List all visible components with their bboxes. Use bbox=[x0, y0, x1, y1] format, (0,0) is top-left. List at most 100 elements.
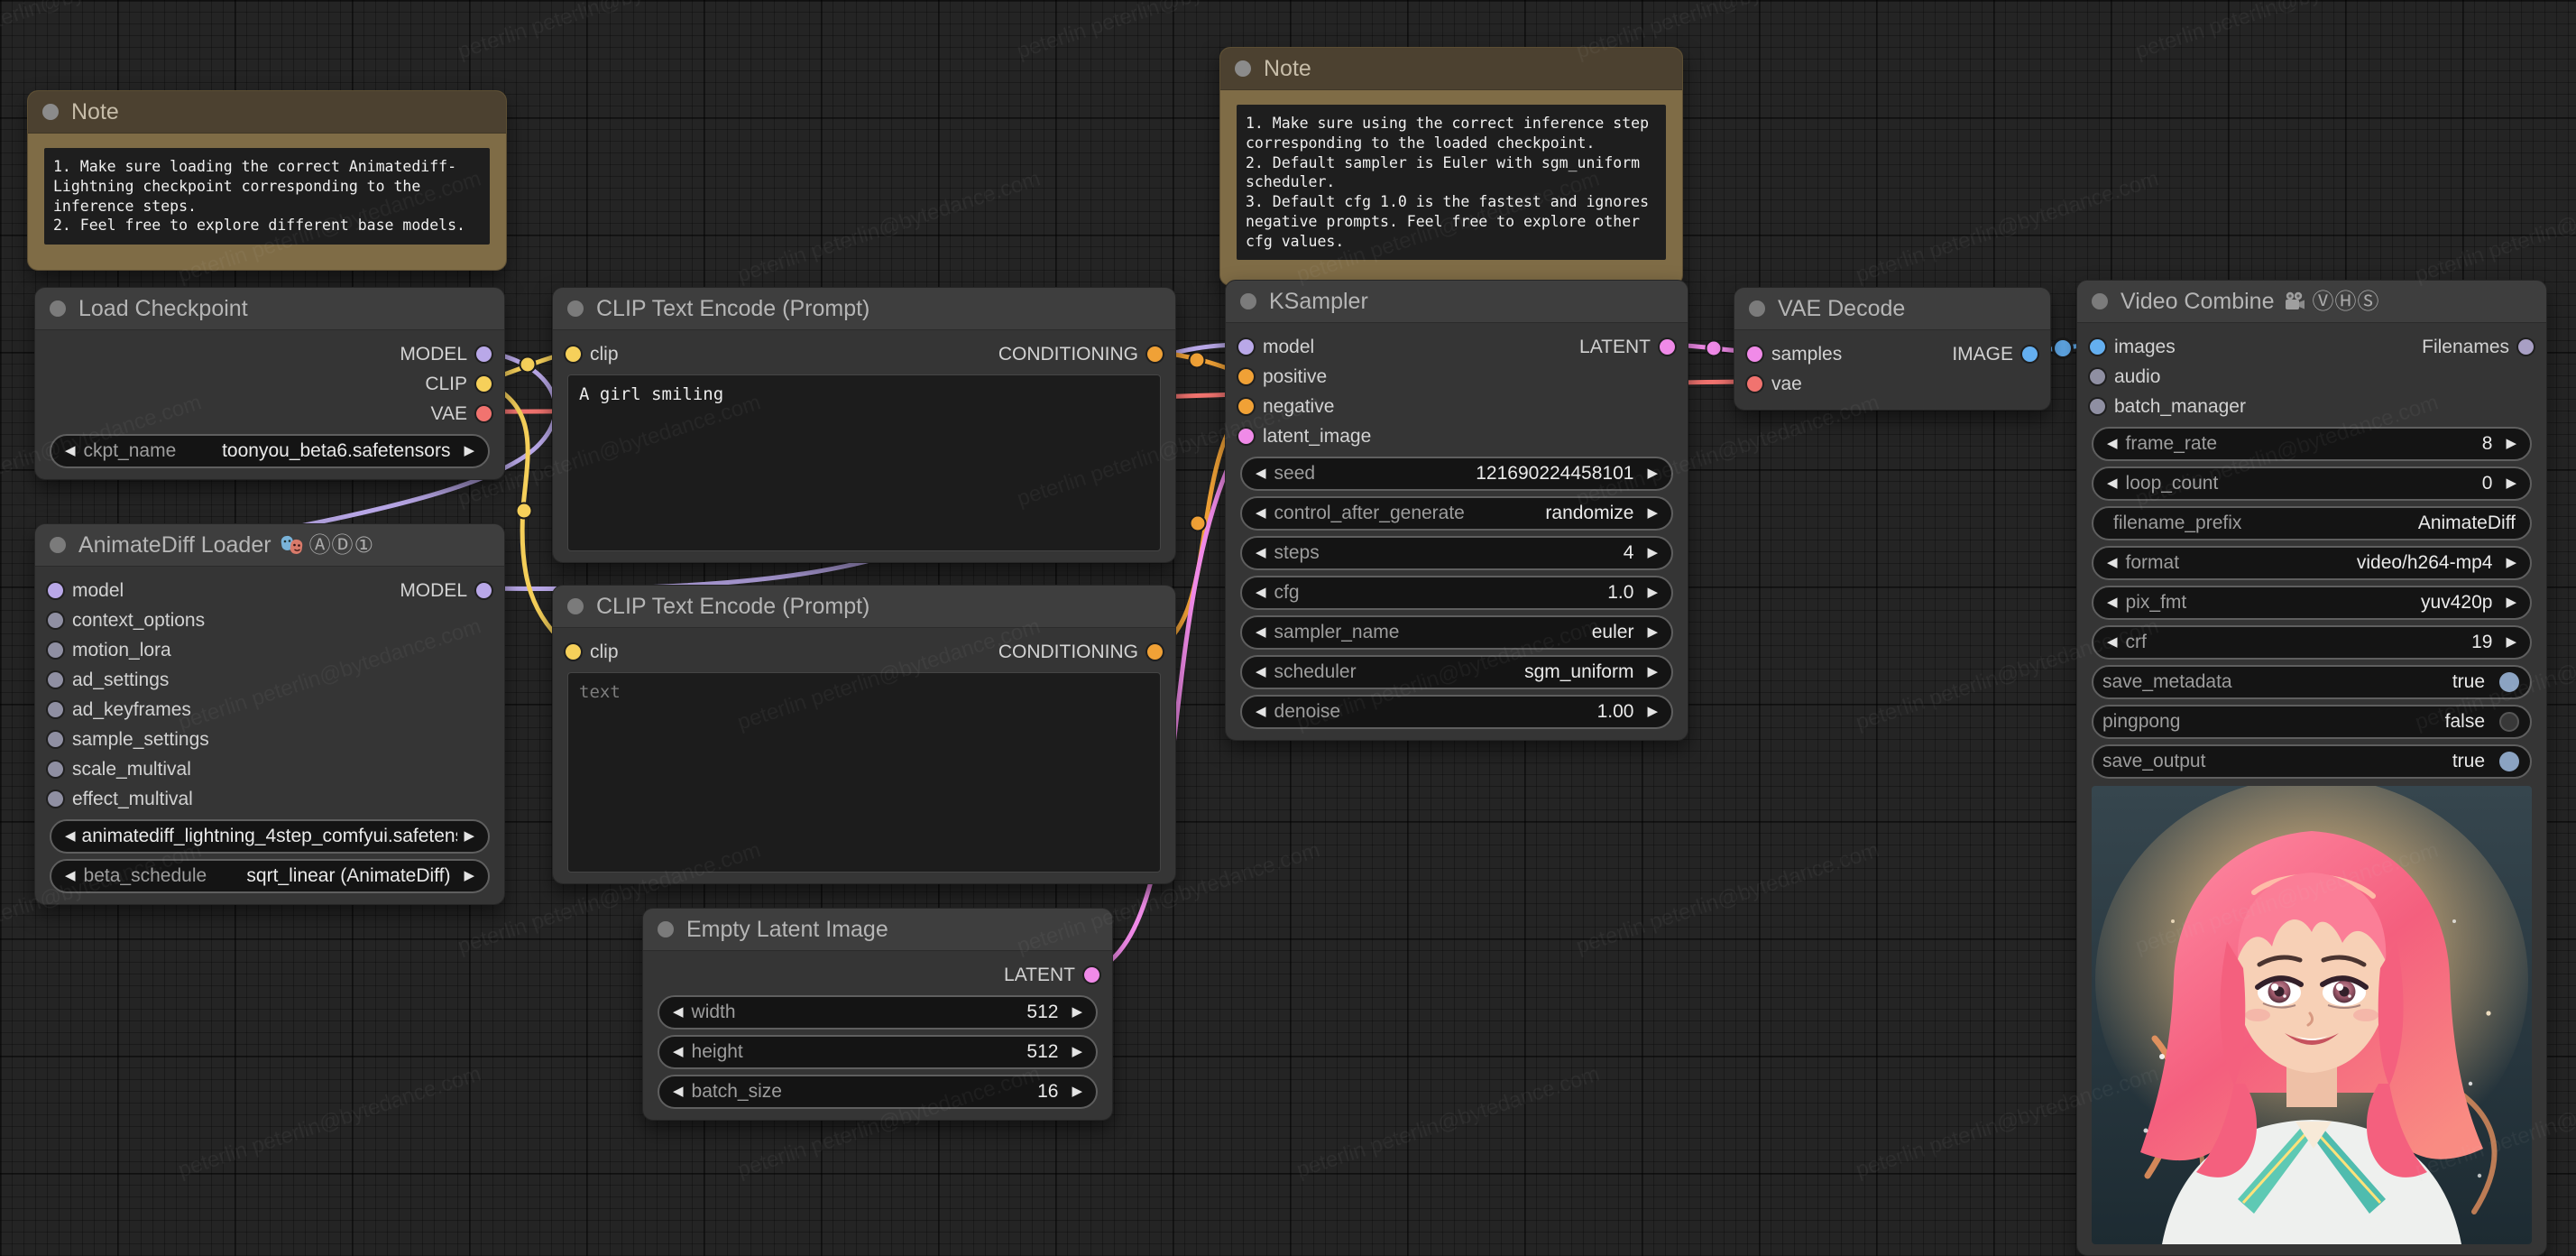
input-port-model[interactable] bbox=[48, 583, 63, 598]
increment-arrow-icon[interactable]: ▶ bbox=[1641, 458, 1664, 489]
output-port-conditioning[interactable] bbox=[1147, 644, 1163, 660]
widget-pix-fmt[interactable]: ◀ pix_fmt yuv420p ▶ bbox=[2092, 586, 2532, 620]
input-port-scale-multival[interactable] bbox=[48, 762, 63, 777]
collapse-dot-icon[interactable] bbox=[1749, 300, 1765, 317]
increment-arrow-icon[interactable]: ▶ bbox=[1065, 997, 1089, 1028]
input-port-samples[interactable] bbox=[1747, 346, 1762, 362]
increment-arrow-icon[interactable]: ▶ bbox=[457, 861, 481, 891]
widget-height[interactable]: ◀ height 512 ▶ bbox=[658, 1035, 1098, 1069]
widget-save-metadata[interactable]: save_metadata true bbox=[2092, 665, 2532, 699]
node-clip-text-encode-negative[interactable]: CLIP Text Encode (Prompt) clip CONDITIONI… bbox=[552, 585, 1176, 884]
output-port-model[interactable] bbox=[476, 346, 492, 362]
decrement-arrow-icon[interactable]: ◀ bbox=[1249, 617, 1273, 648]
node-titlebar[interactable]: Video Combine ⓋⒽⓈ bbox=[2077, 281, 2546, 323]
input-port-effect-multival[interactable] bbox=[48, 791, 63, 807]
collapse-dot-icon[interactable] bbox=[50, 300, 66, 317]
decrement-arrow-icon[interactable]: ◀ bbox=[1249, 458, 1273, 489]
widget-frame-rate[interactable]: ◀ frame_rate 8 ▶ bbox=[2092, 427, 2532, 461]
increment-arrow-icon[interactable]: ▶ bbox=[1065, 1076, 1089, 1107]
output-port-clip[interactable] bbox=[476, 376, 492, 392]
output-port-vae[interactable] bbox=[476, 406, 492, 421]
decrement-arrow-icon[interactable]: ◀ bbox=[59, 861, 82, 891]
toggle-dot[interactable] bbox=[2499, 712, 2519, 732]
widget-ckpt-name[interactable]: ◀ ckpt_name toonyou_beta6.safetensors ▶ bbox=[50, 434, 490, 468]
output-port-filenames[interactable] bbox=[2518, 339, 2534, 355]
video-preview-image[interactable] bbox=[2092, 786, 2532, 1244]
increment-arrow-icon[interactable]: ▶ bbox=[2499, 548, 2523, 578]
output-port-latent[interactable] bbox=[1660, 339, 1675, 355]
widget-scheduler[interactable]: ◀ scheduler sgm_uniform ▶ bbox=[1240, 655, 1673, 689]
collapse-dot-icon[interactable] bbox=[658, 921, 674, 937]
toggle-dot[interactable] bbox=[2499, 672, 2519, 692]
widget-format[interactable]: ◀ format video/h264-mp4 ▶ bbox=[2092, 546, 2532, 580]
widget-loop-count[interactable]: ◀ loop_count 0 ▶ bbox=[2092, 466, 2532, 501]
widget-sampler-name[interactable]: ◀ sampler_name euler ▶ bbox=[1240, 615, 1673, 650]
decrement-arrow-icon[interactable]: ◀ bbox=[1249, 577, 1273, 608]
output-port-conditioning[interactable] bbox=[1147, 346, 1163, 362]
increment-arrow-icon[interactable]: ▶ bbox=[2499, 587, 2523, 618]
widget-batch-size[interactable]: ◀ batch_size 16 ▶ bbox=[658, 1075, 1098, 1109]
toggle-dot[interactable] bbox=[2499, 752, 2519, 771]
decrement-arrow-icon[interactable]: ◀ bbox=[59, 436, 82, 466]
increment-arrow-icon[interactable]: ▶ bbox=[1641, 498, 1664, 529]
output-port-model[interactable] bbox=[476, 583, 492, 598]
input-port-ad-settings[interactable] bbox=[48, 672, 63, 688]
output-port-image[interactable] bbox=[2022, 346, 2038, 362]
node-note-1[interactable]: Note 1. Make sure loading the correct An… bbox=[27, 90, 507, 272]
node-titlebar[interactable]: CLIP Text Encode (Prompt) bbox=[553, 586, 1175, 628]
widget-save-output[interactable]: save_output true bbox=[2092, 744, 2532, 779]
input-port-clip[interactable] bbox=[566, 644, 581, 660]
decrement-arrow-icon[interactable]: ◀ bbox=[2101, 548, 2124, 578]
input-port-batch-manager[interactable] bbox=[2090, 399, 2105, 414]
increment-arrow-icon[interactable]: ▶ bbox=[2499, 468, 2523, 499]
input-port-sample-settings[interactable] bbox=[48, 732, 63, 747]
increment-arrow-icon[interactable]: ▶ bbox=[2499, 627, 2523, 658]
decrement-arrow-icon[interactable]: ◀ bbox=[1249, 498, 1273, 529]
node-titlebar[interactable]: VAE Decode bbox=[1734, 288, 2050, 330]
widget-steps[interactable]: ◀ steps 4 ▶ bbox=[1240, 536, 1673, 570]
widget-width[interactable]: ◀ width 512 ▶ bbox=[658, 995, 1098, 1030]
input-port-ad-keyframes[interactable] bbox=[48, 702, 63, 717]
widget-value[interactable]: ◀ animatediff_lightning_4step_comfyui.saf… bbox=[50, 819, 490, 854]
increment-arrow-icon[interactable]: ▶ bbox=[1641, 577, 1664, 608]
positive-prompt-textarea[interactable]: A girl smiling bbox=[567, 374, 1161, 551]
decrement-arrow-icon[interactable]: ◀ bbox=[59, 821, 82, 852]
widget-seed[interactable]: ◀ seed 121690224458101 ▶ bbox=[1240, 457, 1673, 491]
input-port-latent-image[interactable] bbox=[1238, 429, 1254, 444]
node-video-combine[interactable]: Video Combine ⓋⒽⓈ images Filenames audio ba… bbox=[2076, 280, 2547, 1256]
node-titlebar[interactable]: AnimateDiff Loader ⒶⒹ① bbox=[35, 524, 504, 567]
node-titlebar[interactable]: Empty Latent Image bbox=[643, 909, 1112, 951]
node-empty-latent-image[interactable]: Empty Latent Image LATENT ◀ width 512 ▶ ◀ hei… bbox=[642, 908, 1113, 1121]
input-port-positive[interactable] bbox=[1238, 369, 1254, 384]
collapse-dot-icon[interactable] bbox=[1235, 60, 1251, 77]
collapse-dot-icon[interactable] bbox=[42, 104, 59, 120]
widget-control-after-generate[interactable]: ◀ control_after_generate randomize ▶ bbox=[1240, 496, 1673, 531]
input-port-negative[interactable] bbox=[1238, 399, 1254, 414]
input-port-audio[interactable] bbox=[2090, 369, 2105, 384]
output-port-latent[interactable] bbox=[1084, 967, 1099, 983]
node-titlebar[interactable]: Load Checkpoint bbox=[35, 288, 504, 330]
node-titlebar[interactable]: Note bbox=[28, 91, 506, 134]
input-port-motion-lora[interactable] bbox=[48, 642, 63, 658]
widget-denoise[interactable]: ◀ denoise 1.00 ▶ bbox=[1240, 695, 1673, 729]
collapse-dot-icon[interactable] bbox=[567, 598, 584, 614]
input-port-clip[interactable] bbox=[566, 346, 581, 362]
node-titlebar[interactable]: KSampler bbox=[1226, 281, 1688, 323]
increment-arrow-icon[interactable]: ▶ bbox=[1065, 1037, 1089, 1067]
decrement-arrow-icon[interactable]: ◀ bbox=[1249, 538, 1273, 568]
negative-prompt-textarea[interactable] bbox=[567, 672, 1161, 873]
increment-arrow-icon[interactable]: ▶ bbox=[1641, 697, 1664, 727]
input-port-context-options[interactable] bbox=[48, 613, 63, 628]
collapse-dot-icon[interactable] bbox=[567, 300, 584, 317]
increment-arrow-icon[interactable]: ▶ bbox=[1641, 617, 1664, 648]
widget-filename-prefix[interactable]: filename_prefix AnimateDiff bbox=[2092, 506, 2532, 540]
node-titlebar[interactable]: CLIP Text Encode (Prompt) bbox=[553, 288, 1175, 330]
decrement-arrow-icon[interactable]: ◀ bbox=[2101, 627, 2124, 658]
decrement-arrow-icon[interactable]: ◀ bbox=[2101, 587, 2124, 618]
node-ksampler[interactable]: KSampler model LATENT positive negative late… bbox=[1225, 280, 1688, 741]
increment-arrow-icon[interactable]: ▶ bbox=[457, 821, 481, 852]
collapse-dot-icon[interactable] bbox=[2092, 293, 2108, 309]
node-animatediff-loader[interactable]: AnimateDiff Loader ⒶⒹ① model MODEL context… bbox=[34, 523, 505, 905]
input-port-model[interactable] bbox=[1238, 339, 1254, 355]
decrement-arrow-icon[interactable]: ◀ bbox=[667, 1076, 690, 1107]
